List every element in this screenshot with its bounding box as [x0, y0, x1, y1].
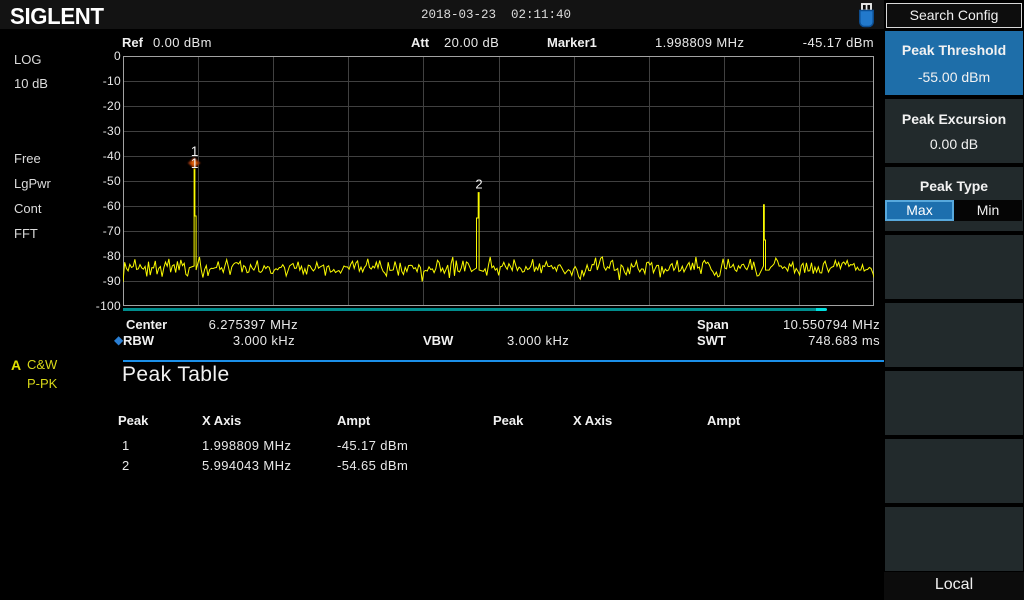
svg-text:2: 2 — [475, 177, 482, 192]
svg-text:1: 1 — [191, 156, 199, 171]
